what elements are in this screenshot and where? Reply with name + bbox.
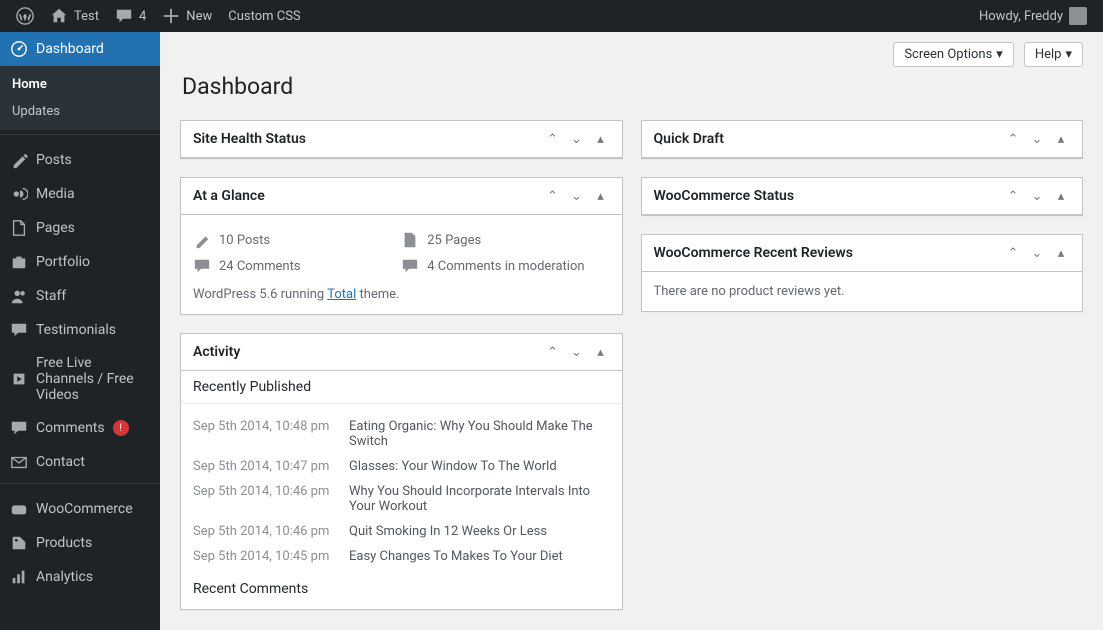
widget-woo-status: WooCommerce Status ⌃ ⌄ ▴ (641, 177, 1084, 216)
admin-menu: Dashboard Home Updates Posts Media Pages… (0, 32, 160, 630)
chevron-up-icon[interactable]: ⌃ (544, 345, 562, 360)
menu-portfolio[interactable]: Portfolio (0, 245, 160, 279)
widget-at-a-glance: At a Glance ⌃ ⌄ ▴ 10 Posts 25 Pages 24 Com… (180, 177, 623, 315)
menu-posts[interactable]: Posts (0, 143, 160, 177)
menu-contact[interactable]: Contact (0, 445, 160, 479)
widget-activity: Activity ⌃ ⌄ ▴ Recently Published Sep 5th … (180, 333, 623, 610)
admin-bar: Test 4 New Custom CSS Howdy, Freddy (0, 0, 1103, 32)
menu-woocommerce[interactable]: WooCommerce (0, 492, 160, 526)
activity-row: Sep 5th 2014, 10:46 pm Quit Smoking In 12… (193, 519, 610, 544)
custom-css-link[interactable]: Custom CSS (220, 0, 308, 32)
activity-date: Sep 5th 2014, 10:46 pm (193, 524, 333, 539)
toggle-icon[interactable]: ▴ (592, 189, 610, 204)
widget-title: WooCommerce Status (654, 188, 795, 204)
activity-title[interactable]: Quit Smoking In 12 Weeks Or Less (349, 524, 547, 539)
widget-site-health: Site Health Status ⌃ ⌄ ▴ (180, 120, 623, 159)
site-name[interactable]: Test (42, 0, 107, 32)
help-button[interactable]: Help ▾ (1024, 42, 1083, 67)
chevron-up-icon[interactable]: ⌃ (544, 132, 562, 147)
activity-row: Sep 5th 2014, 10:48 pm Eating Organic: Wh… (193, 414, 610, 454)
avatar-icon (1069, 7, 1087, 25)
comments-bubble[interactable]: 4 (107, 0, 154, 32)
toggle-icon[interactable]: ▴ (1052, 246, 1070, 261)
menu-analytics[interactable]: Analytics (0, 560, 160, 594)
menu-testimonials[interactable]: Testimonials (0, 313, 160, 347)
comments-badge: ! (113, 420, 129, 436)
activity-date: Sep 5th 2014, 10:46 pm (193, 484, 333, 514)
chevron-up-icon[interactable]: ⌃ (544, 189, 562, 204)
recent-comments-heading: Recent Comments (193, 581, 610, 597)
menu-comments[interactable]: Comments! (0, 411, 160, 445)
menu-media[interactable]: Media (0, 177, 160, 211)
menu-staff[interactable]: Staff (0, 279, 160, 313)
activity-date: Sep 5th 2014, 10:47 pm (193, 459, 333, 474)
wp-version: WordPress 5.6 running Total theme. (193, 287, 610, 302)
menu-free-live[interactable]: Free Live Channels / Free Videos (0, 347, 160, 411)
menu-products[interactable]: Products (0, 526, 160, 560)
widget-title: Site Health Status (193, 131, 306, 147)
recently-published-heading: Recently Published (181, 371, 622, 404)
toggle-icon[interactable]: ▴ (592, 132, 610, 147)
content-area: Screen Options ▾ Help ▾ Dashboard Site H… (160, 32, 1103, 630)
howdy-account[interactable]: Howdy, Freddy (971, 0, 1095, 32)
activity-row: Sep 5th 2014, 10:46 pm Why You Should Inc… (193, 479, 610, 519)
activity-row: Sep 5th 2014, 10:45 pm Easy Changes To Ma… (193, 544, 610, 569)
widget-woo-reviews: WooCommerce Recent Reviews ⌃ ⌄ ▴ There are… (641, 234, 1084, 312)
chevron-up-icon[interactable]: ⌃ (1004, 246, 1022, 261)
activity-title[interactable]: Easy Changes To Makes To Your Diet (349, 549, 563, 564)
submenu-updates[interactable]: Updates (0, 98, 160, 125)
chevron-down-icon[interactable]: ⌄ (1028, 132, 1046, 147)
activity-date: Sep 5th 2014, 10:45 pm (193, 549, 333, 564)
widget-title: Quick Draft (654, 131, 724, 147)
menu-dashboard[interactable]: Dashboard (0, 32, 160, 66)
toggle-icon[interactable]: ▴ (1052, 189, 1070, 204)
submenu-dashboard: Home Updates (0, 66, 160, 130)
toggle-icon[interactable]: ▴ (1052, 132, 1070, 147)
chevron-up-icon[interactable]: ⌃ (1004, 189, 1022, 204)
chevron-down-icon[interactable]: ⌄ (1028, 189, 1046, 204)
glance-moderation[interactable]: 4 Comments in moderation (401, 253, 609, 279)
activity-title[interactable]: Eating Organic: Why You Should Make The … (349, 419, 610, 449)
chevron-down-icon[interactable]: ⌄ (568, 132, 586, 147)
activity-title[interactable]: Glasses: Your Window To The World (349, 459, 557, 474)
glance-comments[interactable]: 24 Comments (193, 253, 401, 279)
chevron-down-icon[interactable]: ⌄ (1028, 246, 1046, 261)
submenu-home[interactable]: Home (0, 71, 160, 98)
widget-title: Activity (193, 344, 240, 360)
screen-options-button[interactable]: Screen Options ▾ (893, 42, 1014, 67)
menu-pages[interactable]: Pages (0, 211, 160, 245)
glance-pages[interactable]: 25 Pages (401, 227, 609, 253)
widget-quick-draft: Quick Draft ⌃ ⌄ ▴ (641, 120, 1084, 159)
glance-posts[interactable]: 10 Posts (193, 227, 401, 253)
activity-title[interactable]: Why You Should Incorporate Intervals Int… (349, 484, 610, 514)
page-title: Dashboard (182, 73, 1083, 100)
new-content[interactable]: New (154, 0, 220, 32)
chevron-down-icon[interactable]: ⌄ (568, 189, 586, 204)
theme-link[interactable]: Total (327, 287, 356, 302)
activity-date: Sep 5th 2014, 10:48 pm (193, 419, 333, 449)
activity-row: Sep 5th 2014, 10:47 pm Glasses: Your Wind… (193, 454, 610, 479)
toggle-icon[interactable]: ▴ (592, 345, 610, 360)
chevron-down-icon[interactable]: ⌄ (568, 345, 586, 360)
widget-title: WooCommerce Recent Reviews (654, 245, 853, 261)
wp-logo[interactable] (8, 0, 42, 32)
chevron-up-icon[interactable]: ⌃ (1004, 132, 1022, 147)
widget-title: At a Glance (193, 188, 265, 204)
no-reviews-text: There are no product reviews yet. (654, 284, 1071, 299)
